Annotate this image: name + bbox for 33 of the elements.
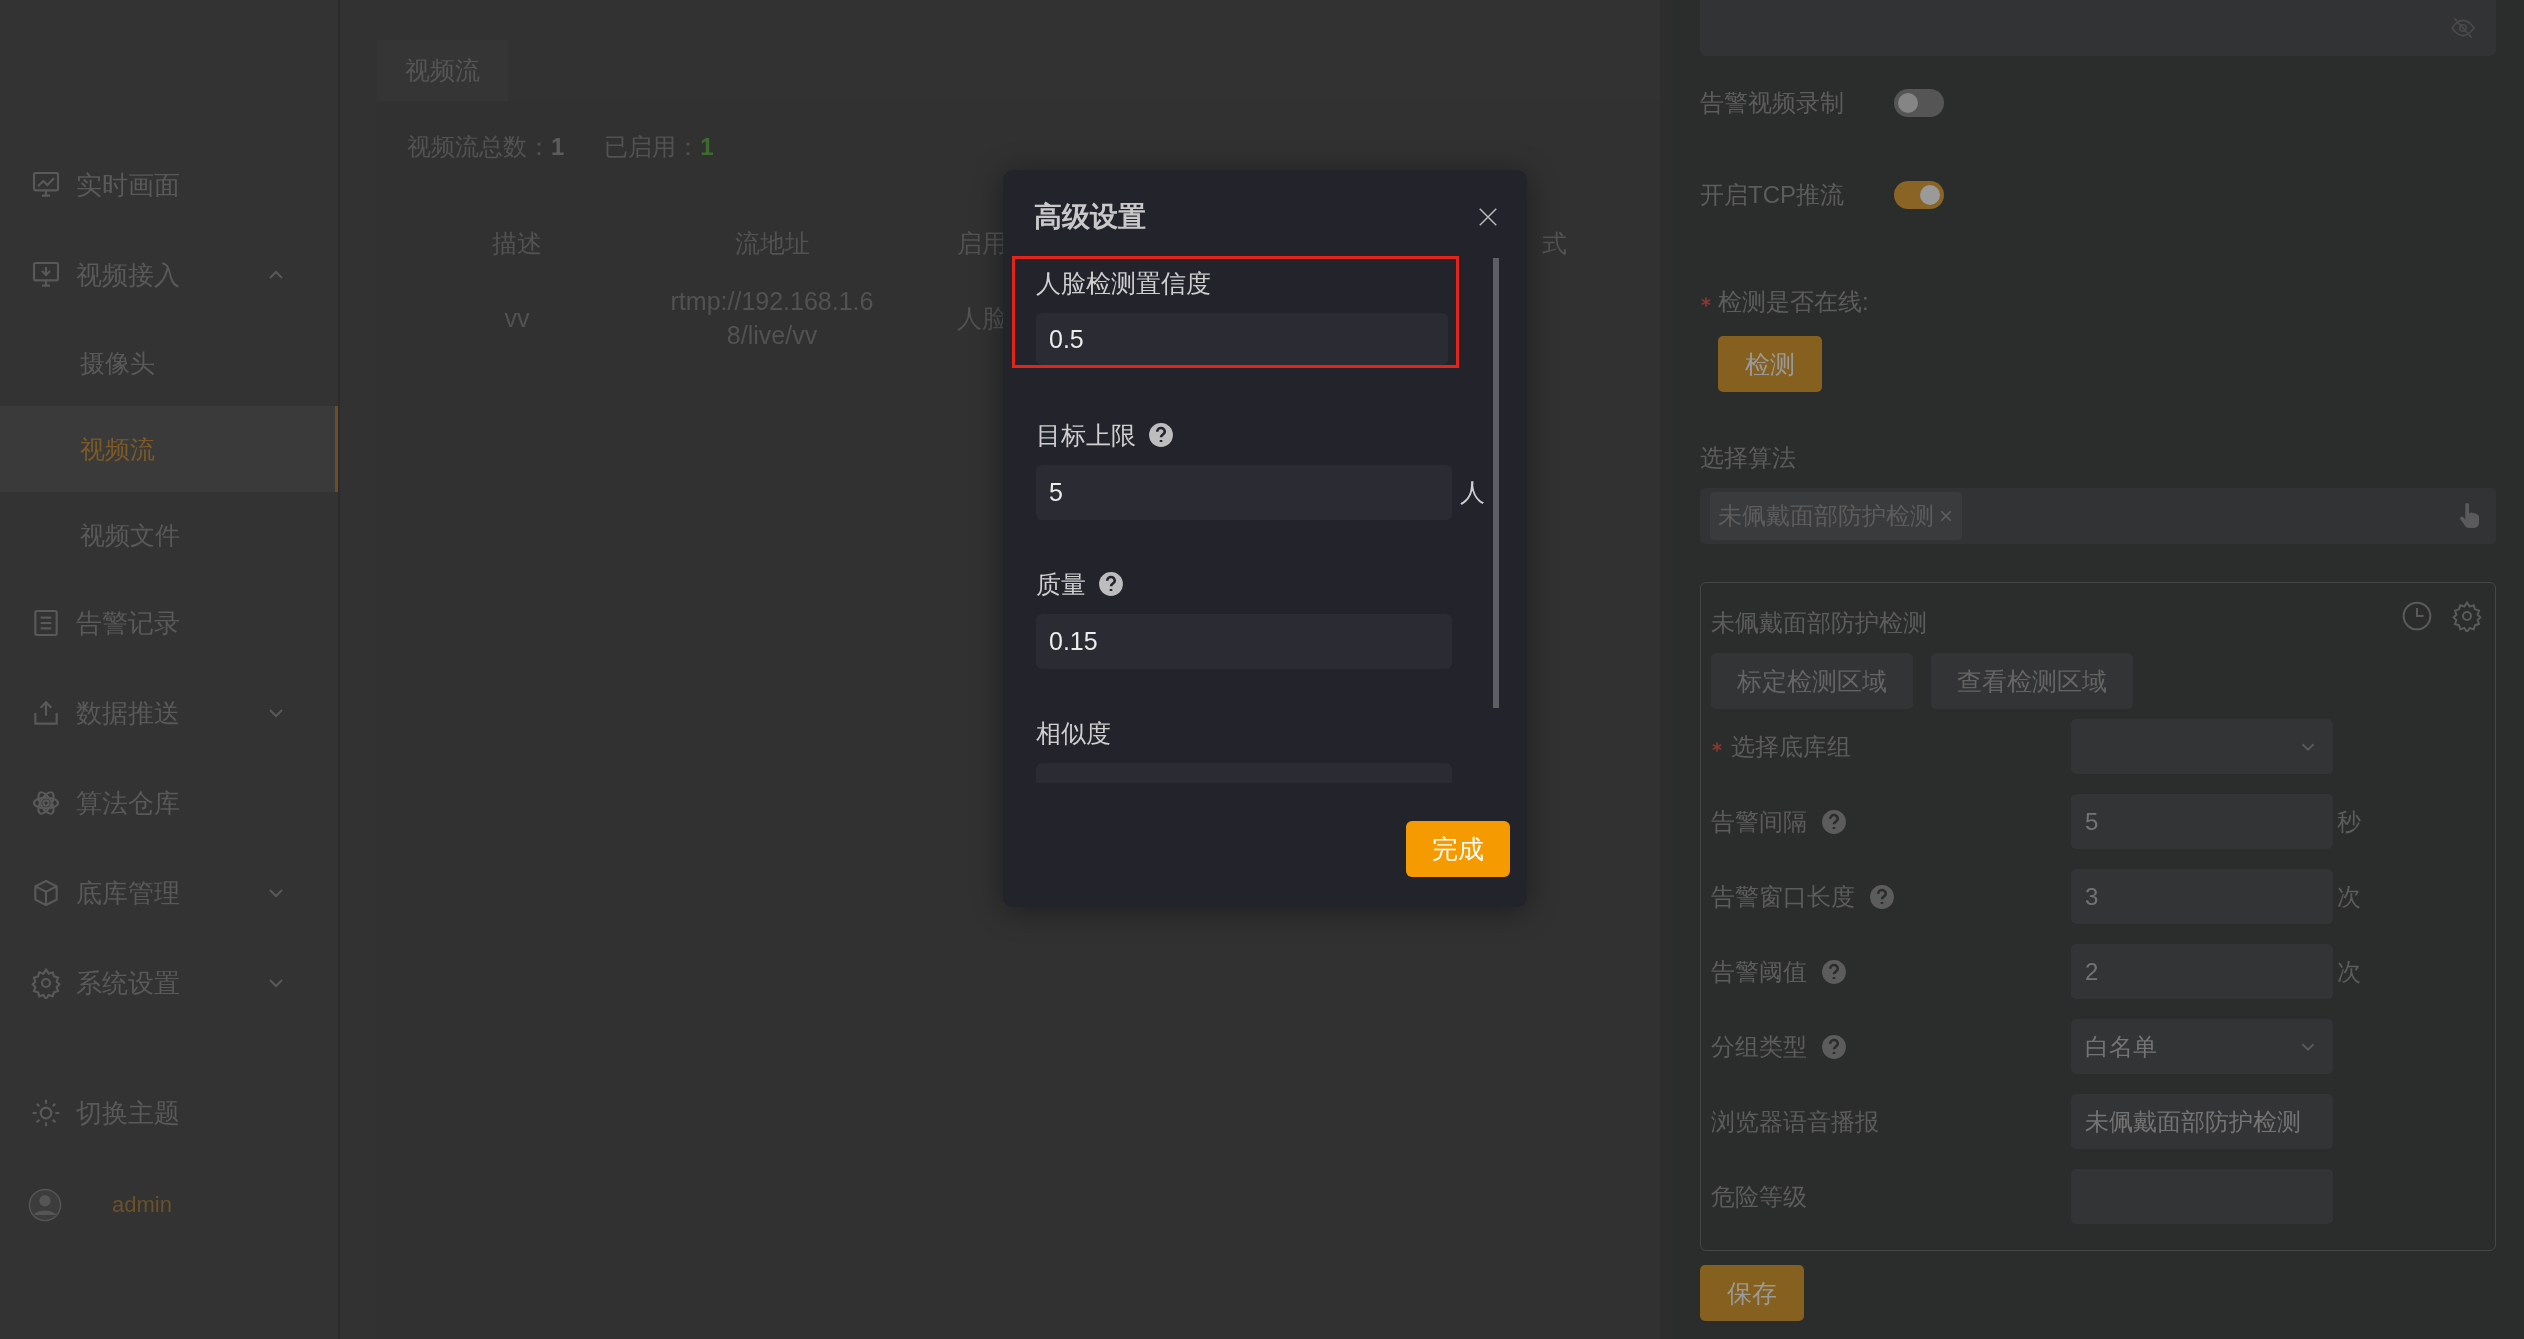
- field-label: 相似度: [1036, 717, 1111, 749]
- help-icon[interactable]: [1098, 571, 1124, 597]
- help-icon[interactable]: [1148, 422, 1174, 448]
- select-field[interactable]: 白名单: [2071, 1019, 2333, 1074]
- input-field[interactable]: 3: [2071, 869, 2333, 924]
- input-field[interactable]: 0.15: [1036, 614, 1452, 669]
- gear-icon: [30, 967, 62, 999]
- input-field[interactable]: 0.5: [1036, 313, 1448, 365]
- input-field[interactable]: 未佩戴面部防护检测: [2071, 1094, 2333, 1149]
- dialog-title: 高级设置: [1034, 200, 1146, 234]
- scrollbar[interactable]: [1493, 258, 1499, 708]
- select-field[interactable]: [2071, 719, 2333, 774]
- input-field[interactable]: 5: [2071, 794, 2333, 849]
- eye-slash-icon[interactable]: [2450, 15, 2476, 41]
- avatar-icon[interactable]: [28, 1188, 62, 1222]
- done-button[interactable]: 完成: [1406, 821, 1510, 877]
- toggle-switch[interactable]: [1894, 89, 1944, 117]
- toggle-switch[interactable]: [1894, 181, 1944, 209]
- input-field[interactable]: 2: [2071, 944, 2333, 999]
- unit-text: 人: [1460, 477, 1485, 508]
- save-button[interactable]: 保存: [1700, 1265, 1804, 1321]
- input-field[interactable]: 5: [1036, 465, 1452, 520]
- field-label: 目标上限: [1036, 419, 1136, 451]
- field-label: 人脸检测置信度: [1036, 267, 1211, 299]
- sidebar-subitem[interactable]: 视频流: [0, 406, 338, 492]
- close-icon[interactable]: [1477, 206, 1499, 228]
- user-name: admin: [112, 1192, 172, 1218]
- field-label: 质量: [1036, 568, 1086, 600]
- clock-icon[interactable]: [2401, 600, 2433, 632]
- check-button[interactable]: 检测: [1718, 336, 1822, 392]
- settings-icon[interactable]: [2451, 600, 2483, 632]
- password-field[interactable]: [1700, 0, 2496, 56]
- sun-icon: [30, 1097, 62, 1129]
